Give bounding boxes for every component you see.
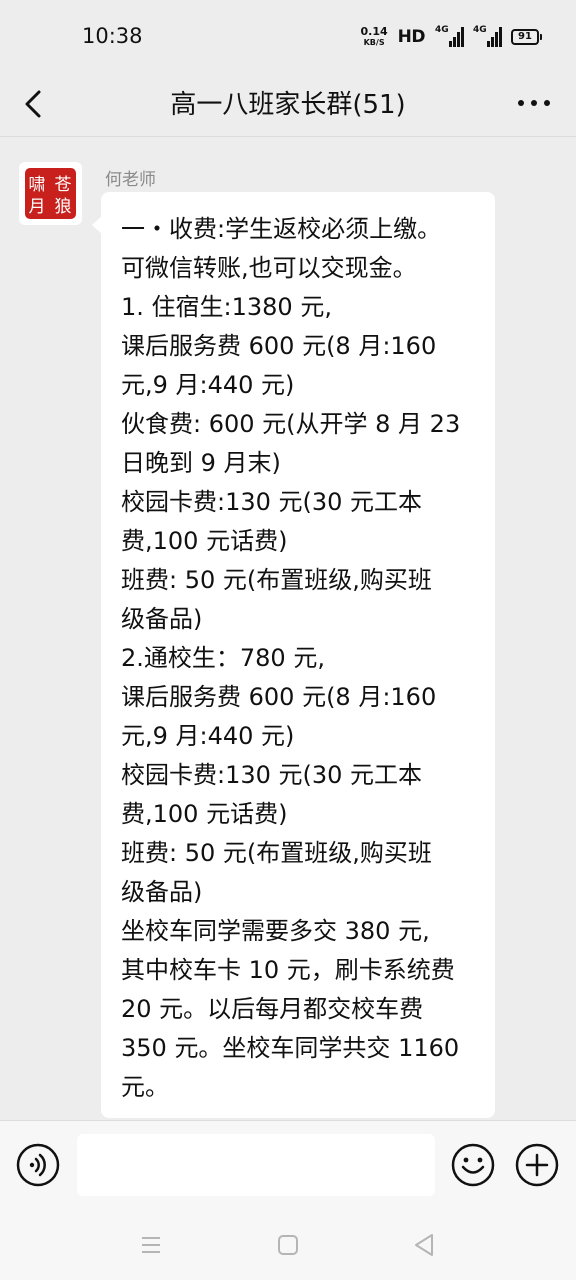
message-line: 班费: 50 元(布置班级,购买班 [121, 566, 432, 594]
chat-header: 高一八班家长群(51) [0, 72, 576, 137]
status-time: 10:38 [82, 24, 143, 48]
message-line: 元。 [121, 1073, 169, 1101]
message-line: 元,9 月:440 元) [121, 371, 295, 399]
back-triangle-icon [415, 1234, 433, 1256]
message-line: 可微信转账,也可以交现金。 [121, 254, 417, 282]
nav-home-button[interactable] [276, 1233, 300, 1257]
message-line: 伙食费: 600 元(从开学 8 月 23 [121, 410, 461, 438]
net-speed-indicator: 0.14 KB/S [360, 25, 388, 47]
avatar[interactable]: 啸 苍 月 狼 [19, 162, 82, 225]
message-line: 班费: 50 元(布置班级,购买班 [121, 839, 432, 867]
home-icon [278, 1235, 298, 1255]
nav-menu-button[interactable] [139, 1234, 163, 1256]
net-speed-value: 0.14 [360, 25, 388, 38]
battery-icon: 91 [511, 29, 542, 45]
message-line: 校园卡费:130 元(30 元工本 [121, 761, 423, 789]
svg-text:苍: 苍 [55, 175, 72, 195]
message-line: 级备品) [121, 878, 203, 906]
net-speed-unit: KB/S [363, 38, 385, 47]
message-line: 20 元。以后每月都交校车费 [121, 995, 424, 1023]
message-line: 1. 住宿生:1380 元, [121, 293, 332, 321]
signal-icon: 4G [435, 25, 464, 47]
message-line: 费,100 元话费) [121, 800, 288, 828]
sender-name: 何老师 [105, 170, 156, 190]
chat-title: 高一八班家长群(51) [170, 90, 406, 120]
battery-level: 91 [511, 29, 539, 45]
message-line: 一・收费:学生返校必须上缴。 [121, 215, 442, 243]
signal-icon-2: 4G [473, 25, 502, 47]
more-button[interactable] [514, 86, 554, 120]
more-dots-icon [518, 100, 550, 106]
signal-label-2: 4G [473, 25, 487, 35]
message-line: 元,9 月:440 元) [121, 722, 295, 750]
system-nav-bar [0, 1208, 576, 1280]
emoji-icon [451, 1143, 495, 1187]
message-line: 2.通校生：780 元, [121, 644, 325, 672]
plus-icon [515, 1143, 559, 1187]
nav-back-button[interactable] [412, 1231, 436, 1259]
message-line: 坐校车同学需要多交 380 元, [121, 917, 430, 945]
message-line: 课后服务费 600 元(8 月:160 [121, 683, 437, 711]
plus-button[interactable] [515, 1143, 559, 1187]
menu-icon [142, 1237, 160, 1253]
status-icons: 0.14 KB/S HD 4G 4G 91 [361, 24, 542, 50]
svg-text:狼: 狼 [55, 197, 72, 217]
signal-label: 4G [435, 25, 449, 35]
message-line: 校园卡费:130 元(30 元工本 [121, 488, 423, 516]
status-bar: 10:38 0.14 KB/S HD 4G 4G 91 [0, 0, 576, 72]
hd-icon: HD [397, 27, 426, 47]
message-line: 350 元。坐校车同学共交 1160 [121, 1034, 460, 1062]
message-input[interactable] [77, 1134, 435, 1196]
message-line: 课后服务费 600 元(8 月:160 [121, 332, 437, 360]
message-text: 一・收费:学生返校必须上缴。 可微信转账,也可以交现金。 1. 住宿生:1380 … [121, 210, 477, 1107]
red-seal-avatar: 啸 苍 月 狼 [22, 165, 79, 222]
message-line: 日晚到 9 月末) [121, 449, 281, 477]
voice-button[interactable] [16, 1143, 60, 1187]
message-line: 级备品) [121, 605, 203, 633]
message-bubble[interactable]: 一・收费:学生返校必须上缴。 可微信转账,也可以交现金。 1. 住宿生:1380 … [92, 192, 495, 1118]
message-line: 费,100 元话费) [121, 527, 288, 555]
svg-text:啸: 啸 [29, 175, 46, 195]
message-line: 其中校车卡 10 元，刷卡系统费 [121, 956, 455, 984]
emoji-button[interactable] [451, 1143, 495, 1187]
voice-icon [16, 1143, 60, 1187]
input-bar [0, 1120, 576, 1209]
svg-text:月: 月 [29, 197, 46, 217]
